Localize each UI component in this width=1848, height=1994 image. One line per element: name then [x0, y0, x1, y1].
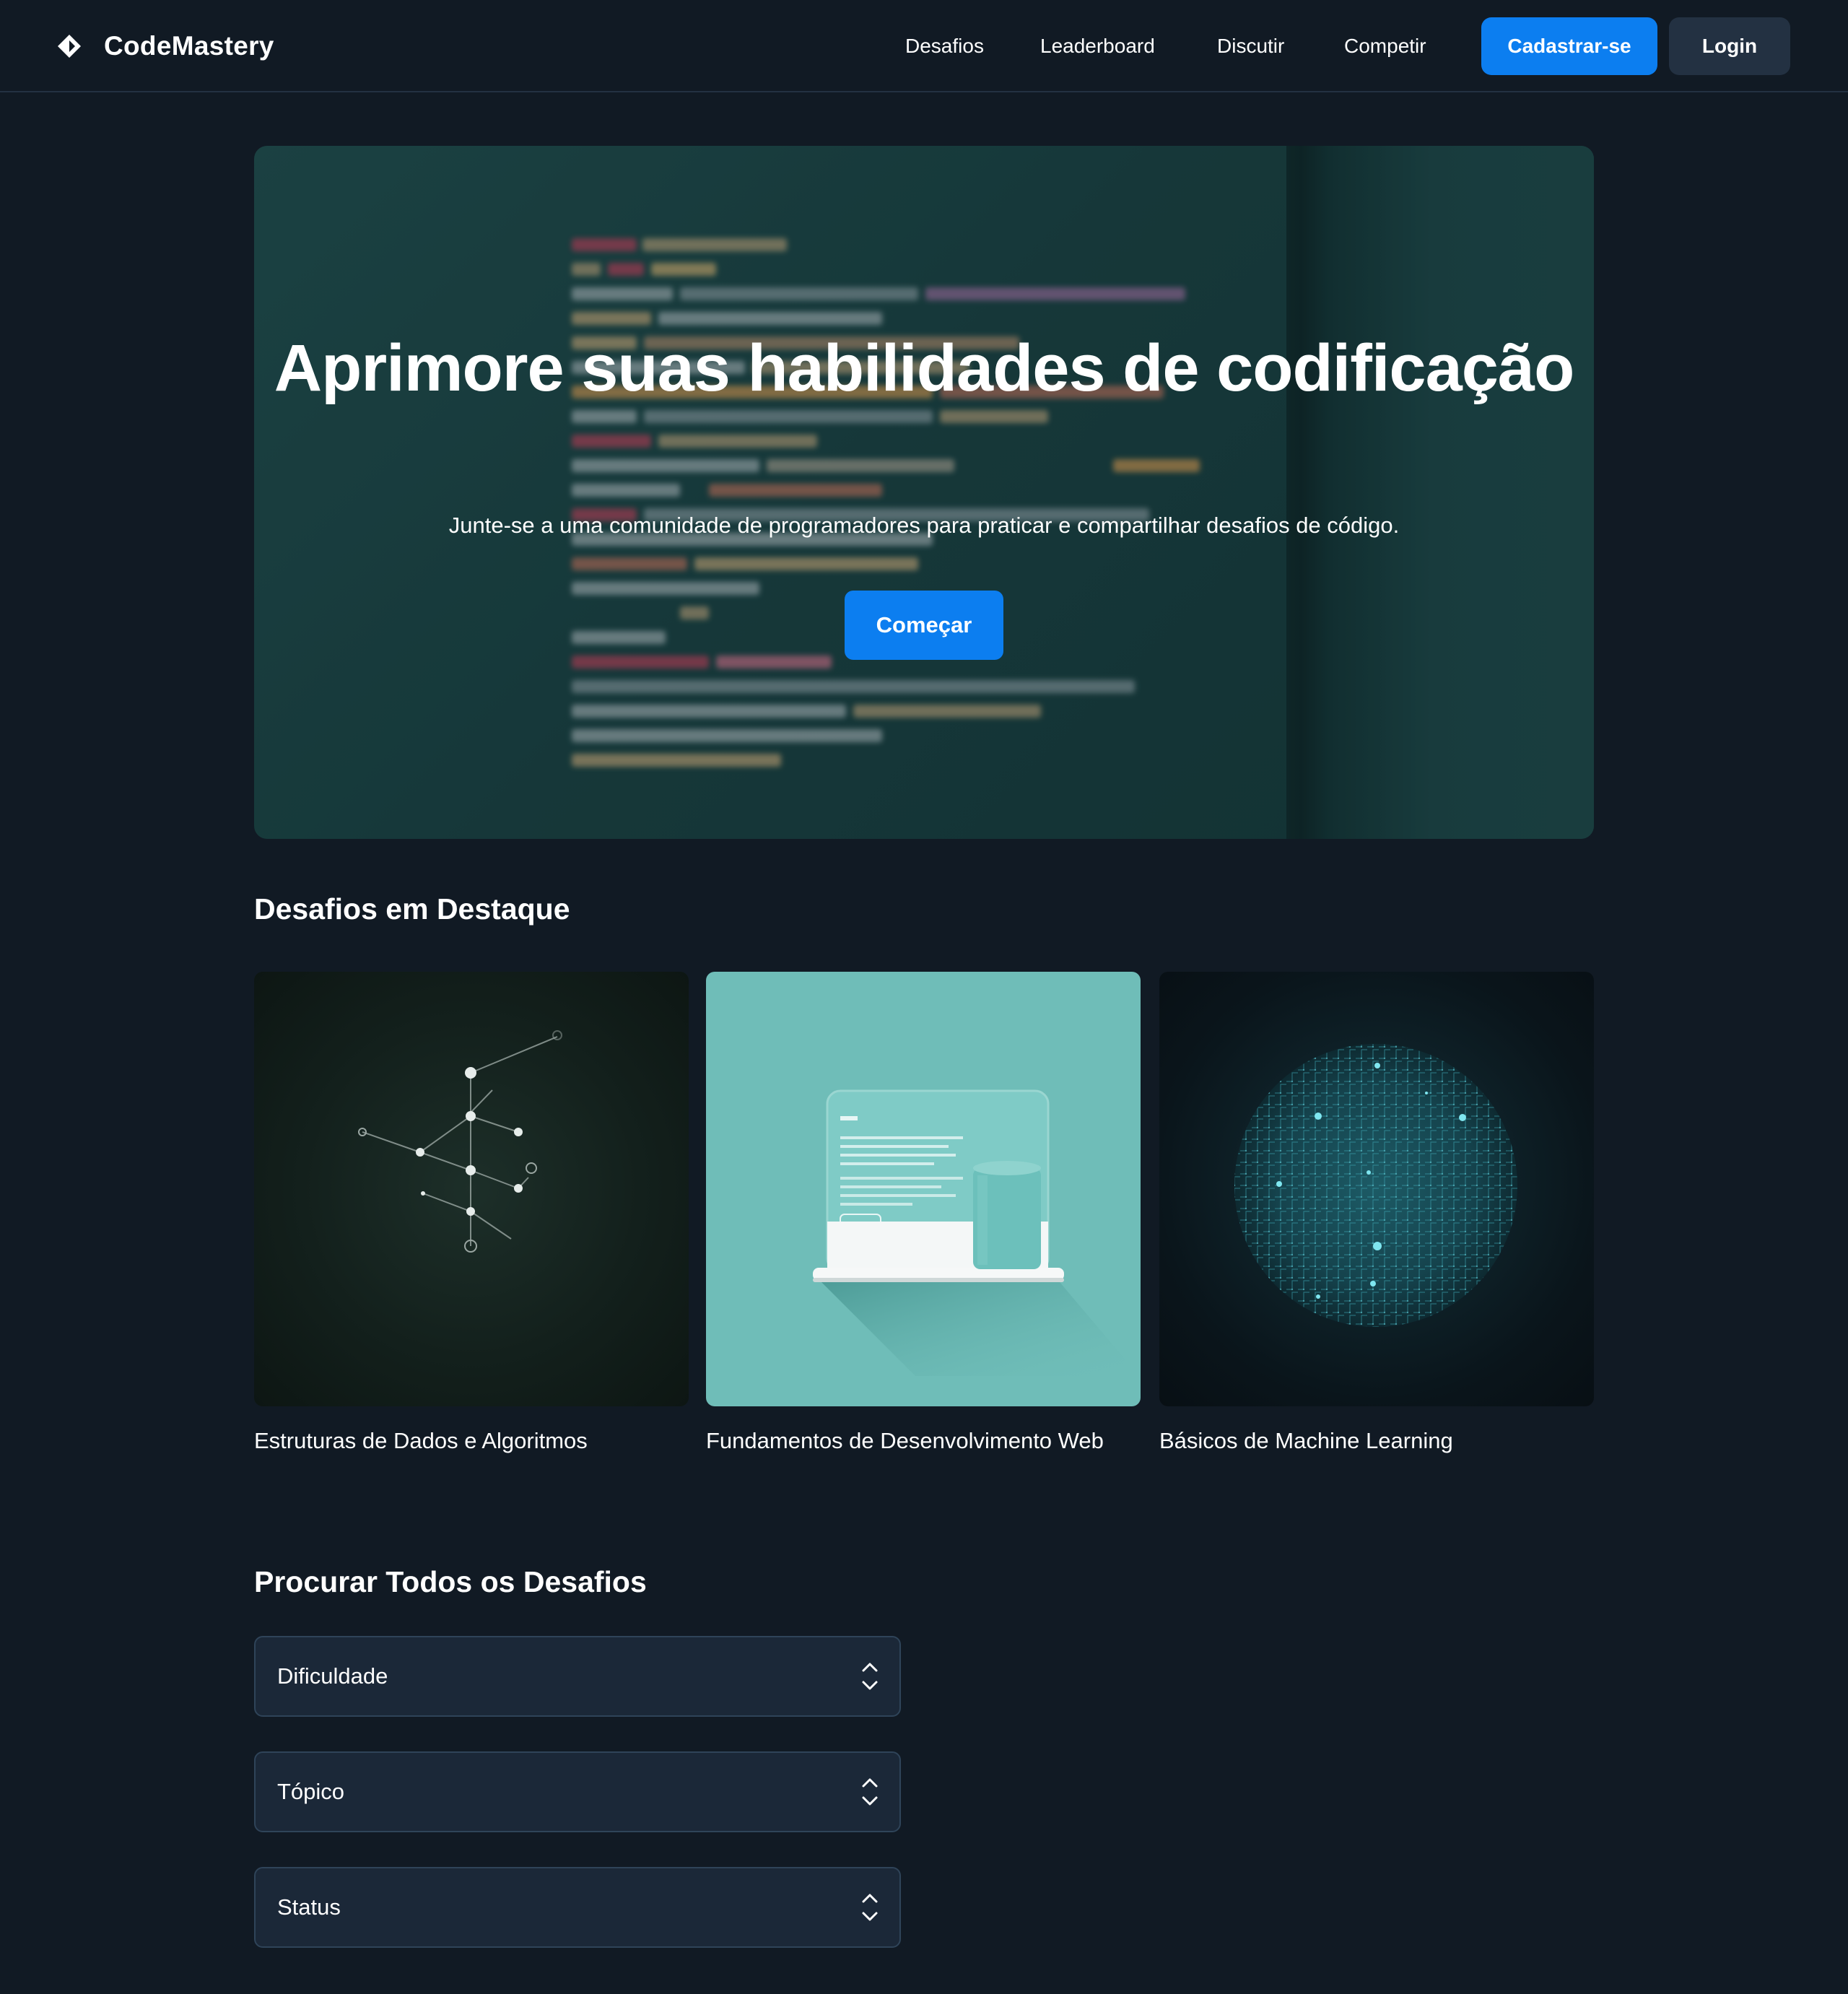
hero-subtitle: Junte-se a uma comunidade de programador… — [448, 513, 1400, 538]
topic-select-value: Tópico — [277, 1779, 345, 1804]
nav-link-discutir[interactable]: Discutir — [1217, 32, 1284, 61]
login-button[interactable]: Login — [1669, 17, 1790, 75]
chevron-up-down-icon — [862, 1894, 878, 1921]
top-navbar: CodeMastery Desafios Leaderboard Discuti… — [0, 0, 1848, 92]
card-title-machine-learning[interactable]: Básicos de Machine Learning — [1159, 1424, 1578, 1458]
chevron-up-down-icon — [862, 1778, 878, 1806]
status-select-value: Status — [277, 1894, 341, 1920]
signup-button[interactable]: Cadastrar-se — [1481, 17, 1657, 75]
featured-section-title: Desafios em Destaque — [254, 892, 570, 926]
card-image-web-dev[interactable] — [706, 972, 1141, 1406]
card-image-machine-learning[interactable] — [1159, 972, 1594, 1406]
diamond-logo-icon — [58, 35, 81, 58]
card-title-web-dev[interactable]: Fundamentos de Desenvolvimento Web — [706, 1424, 1125, 1458]
difficulty-select[interactable]: Dificuldade — [254, 1636, 901, 1717]
card-image-data-structures[interactable] — [254, 972, 689, 1406]
status-select[interactable]: Status — [254, 1867, 901, 1948]
nav-link-desafios[interactable]: Desafios — [905, 32, 984, 61]
card-title-data-structures[interactable]: Estruturas de Dados e Algoritmos — [254, 1424, 673, 1458]
nav-link-competir[interactable]: Competir — [1344, 32, 1426, 61]
nav-link-leaderboard[interactable]: Leaderboard — [1040, 32, 1155, 61]
chevron-up-down-icon — [862, 1663, 878, 1690]
graph-network-illustration — [358, 1030, 562, 1253]
web-device-illustration — [813, 1089, 1139, 1376]
hero-banner: Aprimore suas habilidades de codificação… — [254, 146, 1594, 839]
difficulty-select-value: Dificuldade — [277, 1663, 388, 1689]
circuit-sphere-illustration — [1234, 1044, 1517, 1327]
browse-section-title: Procurar Todos os Desafios — [254, 1565, 647, 1598]
hero-title: Aprimore suas habilidades de codificação — [274, 331, 1575, 405]
brand[interactable]: CodeMastery — [56, 29, 274, 64]
topic-select[interactable]: Tópico — [254, 1751, 901, 1832]
get-started-button[interactable]: Começar — [845, 591, 1003, 660]
brand-name: CodeMastery — [104, 31, 274, 61]
